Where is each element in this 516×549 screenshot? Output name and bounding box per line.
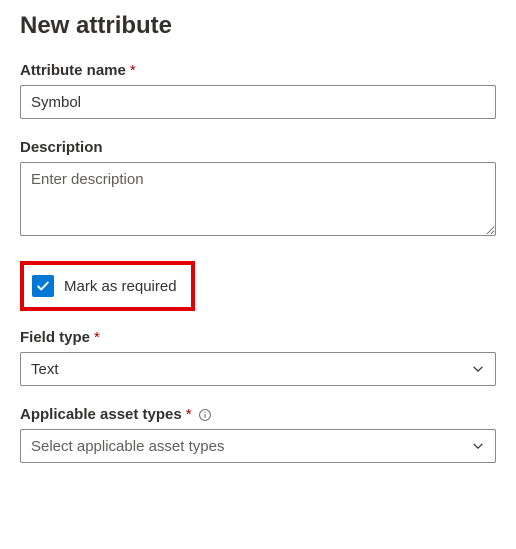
description-input[interactable] <box>20 162 496 236</box>
info-icon[interactable] <box>198 408 212 422</box>
mark-required-label: Mark as required <box>64 278 177 295</box>
field-type-label: Field type * <box>20 329 496 346</box>
applicable-asset-types-select[interactable]: Select applicable asset types <box>20 429 496 463</box>
required-asterisk: * <box>94 329 100 346</box>
page-title: New attribute <box>20 12 496 40</box>
mark-required-checkbox[interactable] <box>32 275 54 297</box>
field-type-label-text: Field type <box>20 329 90 346</box>
mark-required-row[interactable]: Mark as required <box>26 269 189 303</box>
field-type-select[interactable]: Text <box>20 352 496 386</box>
required-asterisk: * <box>130 62 136 79</box>
field-type-field: Field type * Text <box>20 329 496 386</box>
attribute-name-field: Attribute name * <box>20 62 496 119</box>
applicable-asset-types-label: Applicable asset types * <box>20 406 496 423</box>
chevron-down-icon <box>471 362 485 376</box>
chevron-down-icon <box>471 439 485 453</box>
required-asterisk: * <box>186 406 192 423</box>
applicable-asset-types-label-text: Applicable asset types <box>20 406 182 423</box>
applicable-asset-types-field: Applicable asset types * Select applicab… <box>20 406 496 463</box>
applicable-asset-types-placeholder: Select applicable asset types <box>31 438 224 455</box>
highlight-annotation: Mark as required <box>20 261 195 311</box>
field-type-value: Text <box>31 361 59 378</box>
description-label-text: Description <box>20 139 103 156</box>
description-field: Description <box>20 139 496 241</box>
attribute-name-label-text: Attribute name <box>20 62 126 79</box>
attribute-name-input[interactable] <box>20 85 496 119</box>
checkmark-icon <box>36 279 50 293</box>
attribute-name-label: Attribute name * <box>20 62 496 79</box>
description-label: Description <box>20 139 496 156</box>
